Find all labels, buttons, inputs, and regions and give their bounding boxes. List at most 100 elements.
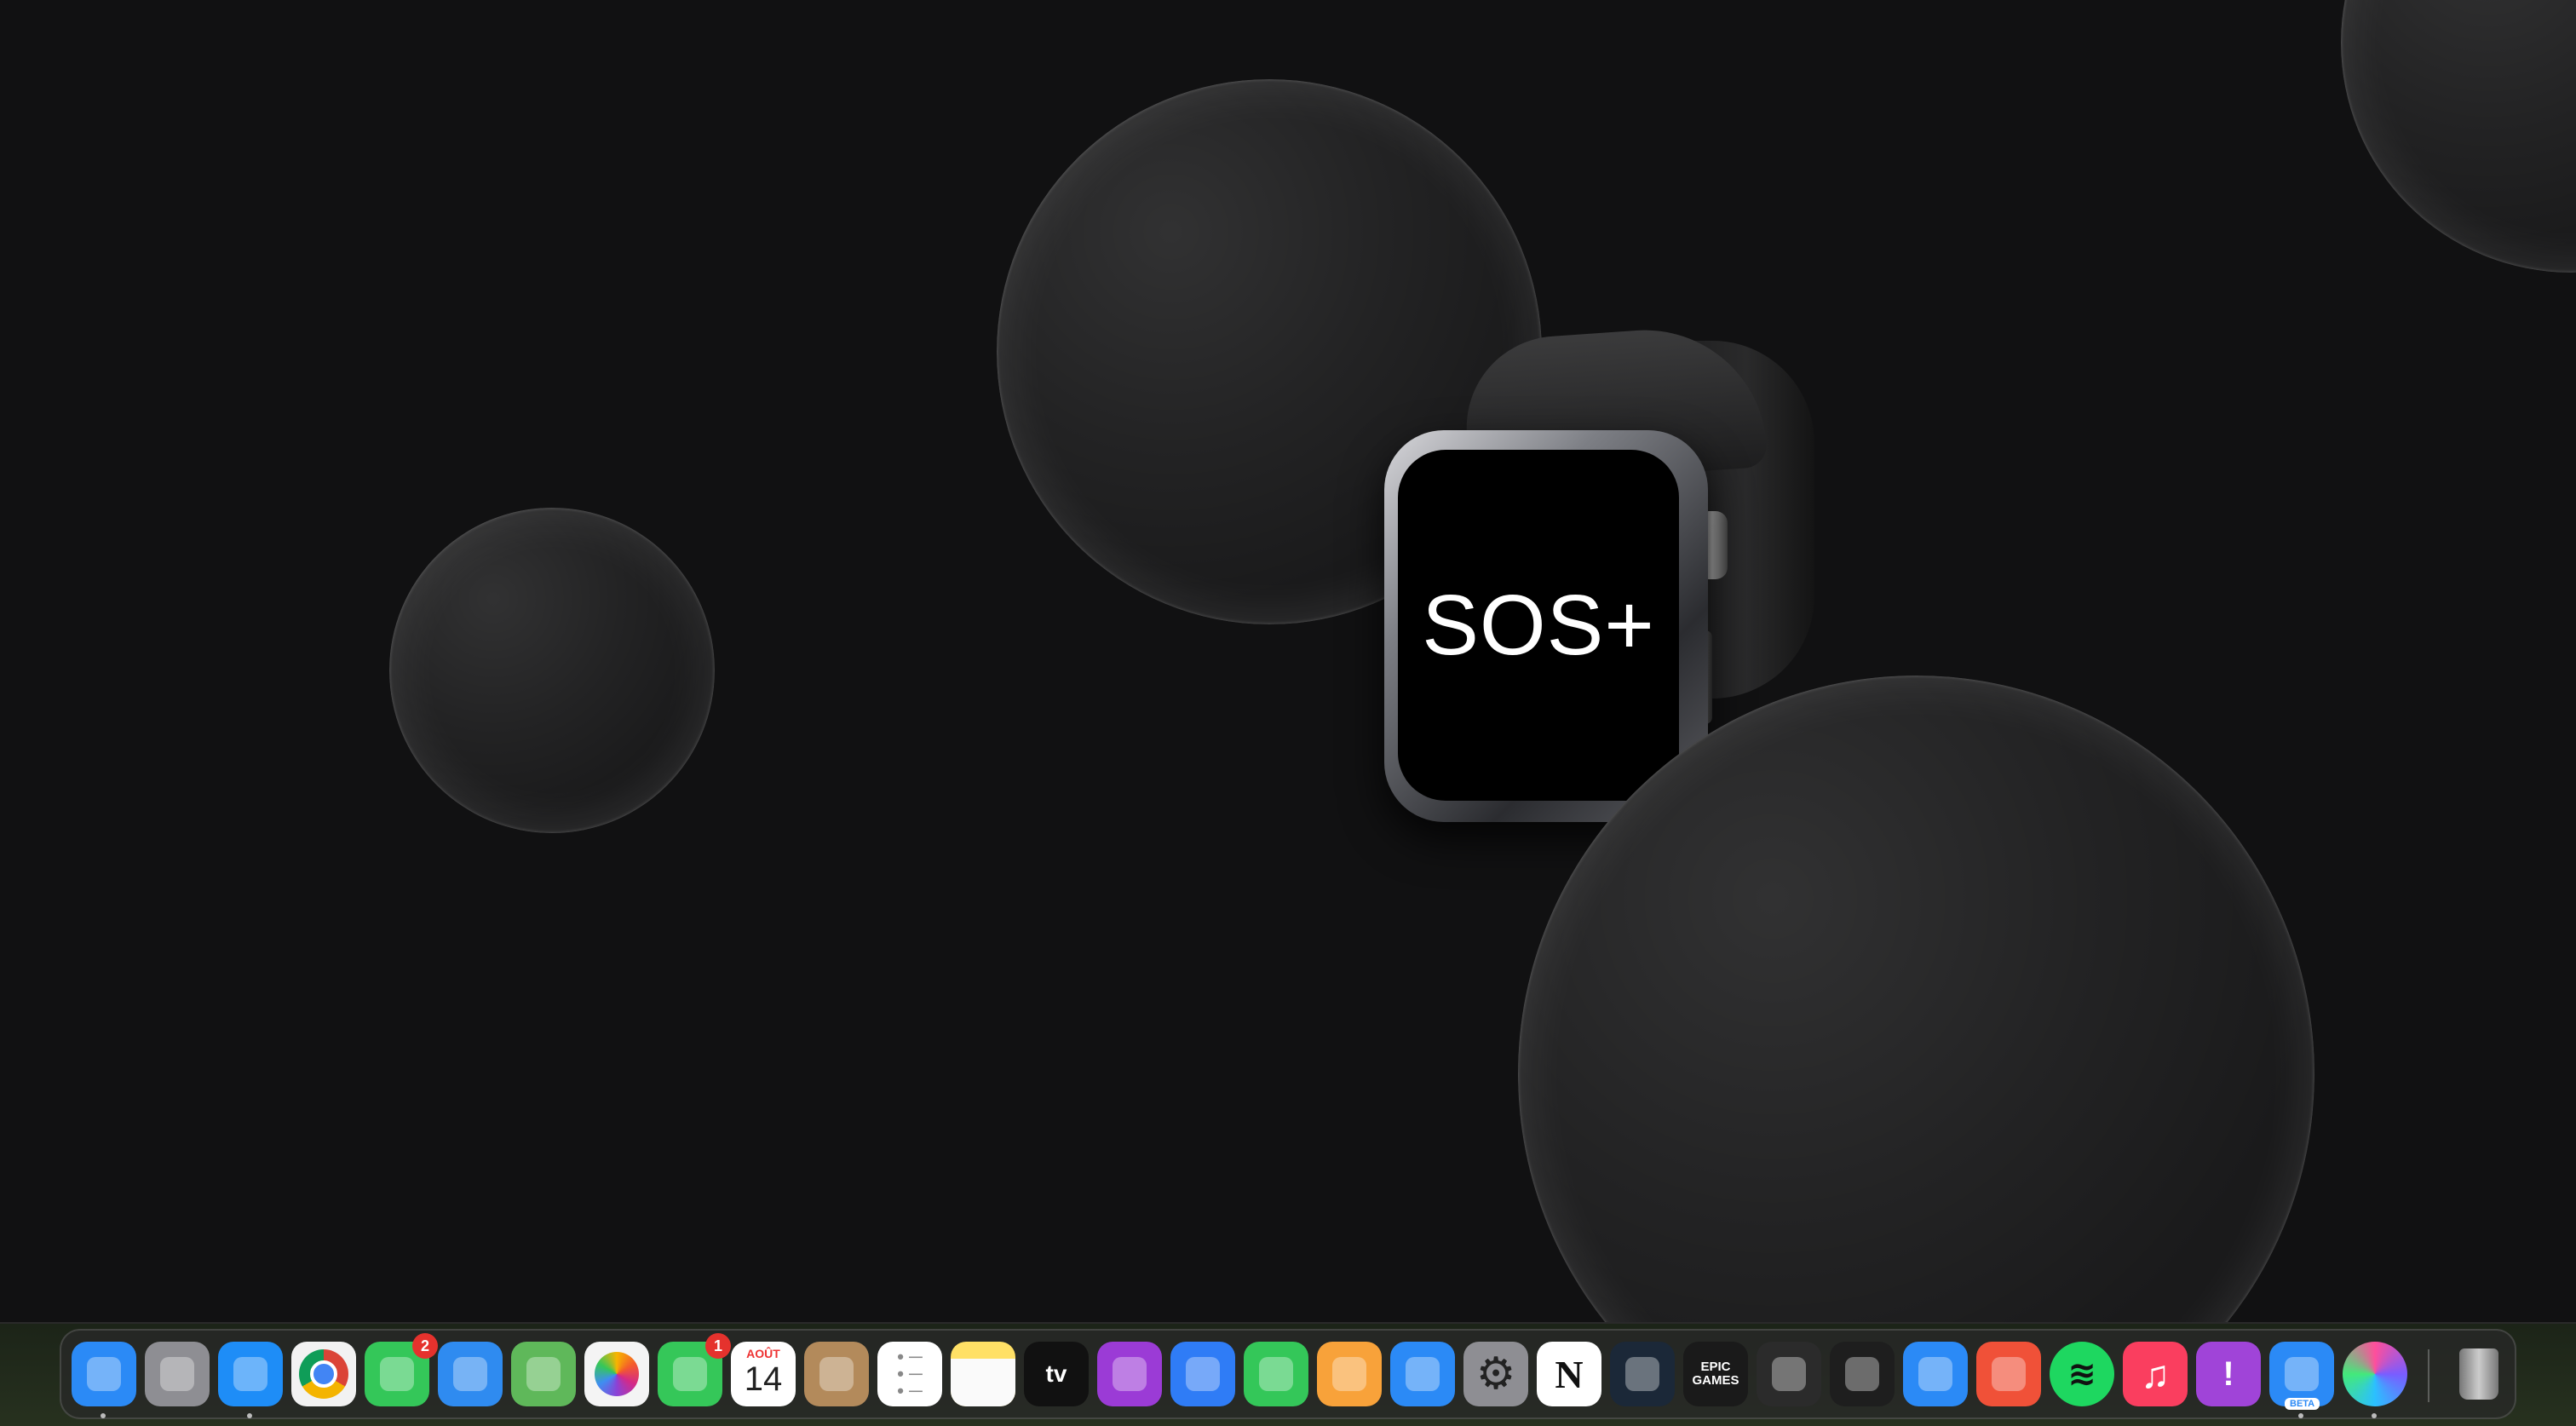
app-glyph [819,1357,854,1391]
watch-screen: SOS+ [1398,450,1679,801]
app-glyph [160,1357,194,1391]
podcasts-icon [1097,1342,1162,1406]
app-glyph [1406,1357,1440,1391]
dock-item-photos[interactable] [584,1342,649,1406]
running-indicator [247,1413,252,1418]
dock-item-tv[interactable]: tv [1024,1342,1089,1406]
epic-games-icon: EPIC GAMES [1683,1342,1748,1406]
watch-screen-text: SOS+ [1422,577,1655,673]
notion-n: N [1555,1352,1584,1396]
app-glyph [1186,1357,1220,1391]
trash-icon [2447,1342,2511,1406]
maps-icon [511,1342,576,1406]
trash-can [2459,1348,2498,1400]
dock-separator [2428,1349,2429,1402]
app-glyph [453,1357,487,1391]
siri-icon [2343,1342,2407,1406]
app-store-connect-icon [1903,1342,1968,1406]
dock-item-appstore[interactable] [1390,1342,1455,1406]
app-glyph [1772,1357,1806,1391]
app-glyph [87,1357,121,1391]
gear-symbol: ⚙ [1475,1349,1516,1399]
app-store-icon [1390,1342,1455,1406]
dock-item-epic[interactable]: EPIC GAMES [1683,1342,1748,1406]
dock-item-notes[interactable] [951,1342,1015,1406]
contacts-icon [804,1342,869,1406]
photos-icon [584,1342,649,1406]
dock-item-launchpad[interactable] [145,1342,210,1406]
gear-icon: ⚙ [1463,1342,1528,1406]
dock-item-mail[interactable] [438,1342,503,1406]
safari-icon [218,1342,283,1406]
launchpad-icon [145,1342,210,1406]
feedback-icon: ! [2196,1342,2261,1406]
figma-icon [1830,1342,1895,1406]
dock-item-podcasts[interactable] [1097,1342,1162,1406]
dock-item-numbers[interactable] [1244,1342,1308,1406]
chrome-ring [299,1349,348,1399]
notes-icon [951,1342,1015,1406]
apple-tv-icon: tv [1024,1342,1089,1406]
notification-badge: 1 [705,1333,731,1359]
dock-item-safari[interactable] [218,1342,283,1418]
dock-item-reminders[interactable]: • ─ • ─ • ─ [877,1342,942,1406]
notification-badge: 2 [412,1333,438,1359]
xcode-beta-icon [2269,1342,2334,1406]
dock-item-steam[interactable] [1610,1342,1675,1406]
app-glyph [1918,1357,1952,1391]
running-indicator [2298,1413,2303,1418]
chrome-center [310,1360,337,1388]
calendar-month: AOÛT [746,1347,780,1360]
dock: 2 1 AOÛT 14 • ─ • ─ • ─ tv ⚙ N EPIC GAMES ≋ ♫! BETA [60,1329,2516,1419]
feedback-exclamation: ! [2222,1354,2234,1393]
running-indicator [101,1413,106,1418]
notes-page [951,1359,1015,1406]
dock-item-facetime[interactable]: 1 [658,1333,731,1406]
app-glyph [1113,1357,1147,1391]
apple-tv-label: tv [1045,1360,1067,1387]
dock-item-swift[interactable] [1976,1342,2041,1406]
numbers-icon [1244,1342,1308,1406]
app-glyph [2285,1357,2319,1391]
dock-item-keynote[interactable] [1170,1342,1235,1406]
music-icon: ♫ [2123,1342,2188,1406]
music-note: ♫ [2140,1352,2171,1396]
epic-games-label: EPIC GAMES [1692,1360,1739,1388]
dock-item-chrome[interactable] [291,1342,356,1406]
app-glyph [526,1357,561,1391]
app-glyph [673,1357,707,1391]
dock-item-calendar[interactable]: AOÛT 14 [731,1342,796,1406]
dock-item-xcode-store[interactable] [1903,1342,1968,1406]
finder-icon [72,1342,136,1406]
dock-item-pages[interactable] [1317,1342,1382,1406]
dock-item-settings[interactable]: ⚙ [1463,1342,1528,1406]
dock-item-contacts[interactable] [804,1342,869,1406]
dock-item-siri[interactable] [2343,1342,2407,1418]
app-glyph [1259,1357,1293,1391]
app-glyph [1845,1357,1879,1391]
wallpaper-bubble [2341,0,2576,273]
app-glyph [1625,1357,1659,1391]
swift-icon [1976,1342,2041,1406]
dock-item-blender[interactable] [1757,1342,1821,1406]
wallpaper-bubble [389,508,715,833]
dock-item-music[interactable]: ♫ [2123,1342,2188,1406]
blender-icon [1757,1342,1821,1406]
reminders-list: • ─ • ─ • ─ [897,1346,923,1401]
calendar-icon: AOÛT 14 [731,1342,796,1406]
dock-item-spotify[interactable]: ≋ [2050,1342,2114,1406]
dock-item-trash[interactable] [2447,1342,2511,1406]
beta-tag: BETA [2285,1398,2320,1410]
dock-item-maps[interactable] [511,1342,576,1406]
dock-item-xcode-beta[interactable]: BETA [2269,1342,2334,1418]
dock-item-feedback[interactable]: ! [2196,1342,2261,1406]
chrome-icon [291,1342,356,1406]
dock-item-figma[interactable] [1830,1342,1895,1406]
dock-item-notion[interactable]: N [1537,1342,1601,1406]
calendar-day: 14 [744,1360,783,1398]
app-glyph [1332,1357,1366,1391]
dock-item-messages[interactable]: 2 [365,1333,438,1406]
pages-icon [1317,1342,1382,1406]
app-glyph [1992,1357,2026,1391]
dock-item-finder[interactable] [72,1342,136,1418]
